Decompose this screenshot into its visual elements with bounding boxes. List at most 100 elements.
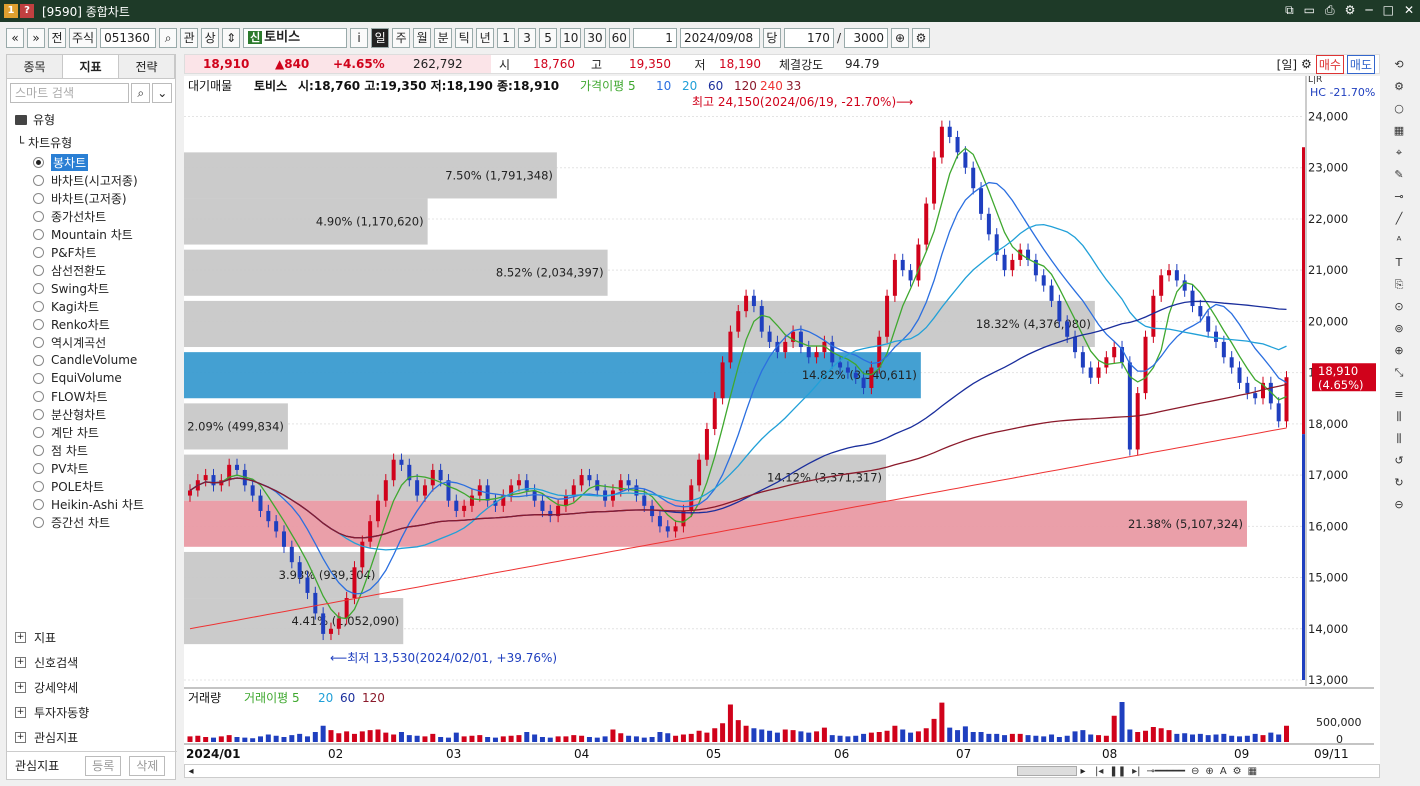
tool-icon[interactable]: ⊸ — [1388, 186, 1410, 207]
tool-icon[interactable]: ⟲ — [1388, 54, 1410, 75]
radio-icon[interactable] — [33, 516, 44, 528]
delete-button[interactable]: 삭제 — [129, 755, 166, 776]
date-input[interactable]: 2024/09/08 — [679, 28, 760, 48]
radio-icon[interactable] — [33, 426, 44, 438]
zoom-slider[interactable]: ⊸━━━━━ — [1147, 766, 1185, 777]
tab-stock[interactable]: 종목 — [7, 55, 63, 78]
sell-button[interactable]: 매도 — [1346, 54, 1375, 74]
section-investor[interactable]: + 투자자동향 — [7, 700, 177, 725]
gear-icon[interactable]: ⚙ — [1233, 766, 1242, 777]
capture-icon[interactable]: ⎙ — [1325, 3, 1335, 18]
period-year[interactable]: 년 — [476, 28, 495, 48]
radio-icon[interactable] — [33, 462, 44, 474]
auto-icon[interactable]: A — [1220, 766, 1227, 777]
radio-icon[interactable] — [33, 372, 44, 384]
radio-icon[interactable] — [33, 228, 44, 240]
minimize-icon[interactable]: ─ — [1365, 3, 1372, 18]
scroll-left-icon[interactable]: ◂ — [185, 766, 197, 777]
radio-icon[interactable] — [33, 336, 44, 348]
close-icon[interactable]: ✕ — [1404, 3, 1414, 18]
first-icon[interactable]: |◂ — [1095, 766, 1103, 777]
chart-type-item[interactable]: 증간선 차트 — [7, 513, 175, 531]
tool-icon[interactable]: ⫼ — [1388, 428, 1410, 449]
tool-icon[interactable]: ⫼ — [1388, 406, 1410, 427]
radio-icon[interactable] — [33, 174, 44, 186]
gear-icon[interactable]: ⚙ — [1345, 3, 1356, 18]
chart-type-item[interactable]: Renko차트 — [7, 315, 175, 333]
chart-scrollbar[interactable]: ◂ ▸ |◂ ❚❚ ▸| ⊸━━━━━ ⊖ ⊕ A ⚙ ▦ — [184, 764, 1380, 778]
prev-button[interactable]: « — [6, 28, 24, 48]
link-icon[interactable]: ⧉ — [1285, 3, 1294, 18]
tool-icon[interactable]: ⊙ — [1388, 296, 1410, 317]
chart-type-item[interactable]: Mountain 차트 — [7, 225, 175, 243]
period-tick[interactable]: 틱 — [455, 28, 474, 48]
period-minute[interactable]: 분 — [434, 28, 453, 48]
tool-icon[interactable]: ≡ — [1388, 384, 1410, 405]
num-30[interactable]: 30 — [584, 28, 606, 48]
info-button[interactable]: i — [350, 28, 369, 48]
grid-icon[interactable]: ▦ — [1248, 766, 1257, 777]
scroll-thumb[interactable] — [1017, 766, 1077, 776]
chart-type-item[interactable]: 점 차트 — [7, 441, 175, 459]
spin-icon[interactable]: ⇕ — [222, 28, 241, 48]
screen-icon[interactable]: ▭ — [1304, 3, 1315, 18]
tool-icon[interactable]: ○ — [1388, 98, 1410, 119]
section-indicator[interactable]: + 지표 — [7, 625, 177, 650]
chart-type-item[interactable]: CandleVolume — [7, 351, 175, 369]
chart-type-item[interactable]: PV차트 — [7, 459, 175, 477]
tool-icon[interactable]: ⌖ — [1388, 142, 1410, 163]
scroll-right-icon[interactable]: ▸ — [1077, 766, 1089, 777]
period-week[interactable]: 주 — [392, 28, 411, 48]
sang-button[interactable]: 상 — [201, 28, 220, 48]
gwan-button[interactable]: 관 — [180, 28, 199, 48]
section-strength[interactable]: + 강세약세 — [7, 675, 177, 700]
radio-icon[interactable] — [33, 318, 44, 330]
num-10[interactable]: 10 — [560, 28, 582, 48]
chart-type-item[interactable]: 계단 차트 — [7, 423, 175, 441]
stock-code-input[interactable]: 051360 — [100, 28, 157, 48]
chart-type-item[interactable]: FLOW차트 — [7, 387, 175, 405]
radio-icon[interactable] — [33, 282, 44, 294]
radio-icon[interactable] — [33, 480, 44, 492]
maximize-icon[interactable]: □ — [1383, 3, 1394, 18]
chart-type-item[interactable]: Heikin-Ashi 차트 — [7, 495, 175, 513]
period-day[interactable]: 일 — [371, 28, 390, 48]
candlestick-chart[interactable]: 7.50% (1,791,348) 4.90% (1,170,620) 8.52% … — [184, 75, 1380, 766]
chart-type-item[interactable]: Kagi차트 — [7, 297, 175, 315]
num-60[interactable]: 60 — [608, 28, 630, 48]
next-button[interactable]: » — [27, 28, 45, 48]
search-icon[interactable]: ⌕ — [130, 83, 151, 103]
chart-type-item[interactable]: EquiVolume — [7, 369, 175, 387]
num-1[interactable]: 1 — [497, 28, 516, 48]
tool-icon[interactable]: ⊚ — [1388, 318, 1410, 339]
zoom-icon[interactable]: ⊕ — [890, 28, 909, 48]
section-type[interactable]: 유형 — [7, 107, 175, 132]
chart-area[interactable]: 7.50% (1,791,348) 4.90% (1,170,620) 8.52% … — [184, 75, 1380, 766]
num-3[interactable]: 3 — [518, 28, 537, 48]
tool-icon[interactable]: ⤡ — [1388, 362, 1410, 383]
zoom-in-icon[interactable]: ⊕ — [1205, 766, 1213, 777]
tab-strategy[interactable]: 전략 — [119, 55, 175, 78]
tool-icon[interactable]: ✎ — [1388, 164, 1410, 185]
tool-icon[interactable]: ⊕ — [1388, 340, 1410, 361]
radio-icon[interactable] — [33, 408, 44, 420]
buy-button[interactable]: 매수 — [1315, 54, 1344, 74]
radio-icon[interactable] — [33, 498, 44, 510]
total-input[interactable]: 3000 — [843, 28, 888, 48]
tab-indicator[interactable]: 지표 — [63, 55, 119, 78]
tool-icon[interactable]: ⚙ — [1388, 76, 1410, 97]
tool-icon[interactable]: ↺ — [1388, 450, 1410, 471]
radio-icon[interactable] — [33, 390, 44, 402]
chart-type-item[interactable]: 삼선전환도 — [7, 261, 175, 279]
pause-icon[interactable]: ❚❚ — [1109, 766, 1126, 777]
chart-type-item[interactable]: 바차트(시고저종) — [7, 171, 175, 189]
smart-search-input[interactable]: 스마트 검색 — [10, 83, 129, 103]
chevron-down-icon[interactable]: ⌄ — [152, 83, 172, 103]
chart-type-item[interactable]: 분산형차트 — [7, 405, 175, 423]
interval-input[interactable]: 1 — [632, 28, 677, 48]
last-icon[interactable]: ▸| — [1132, 766, 1140, 777]
zoom-out-icon[interactable]: ⊖ — [1191, 766, 1199, 777]
chart-type-item[interactable]: 역시계곡선 — [7, 333, 175, 351]
gear-icon[interactable]: ⚙ — [1301, 57, 1312, 71]
num-5[interactable]: 5 — [539, 28, 558, 48]
